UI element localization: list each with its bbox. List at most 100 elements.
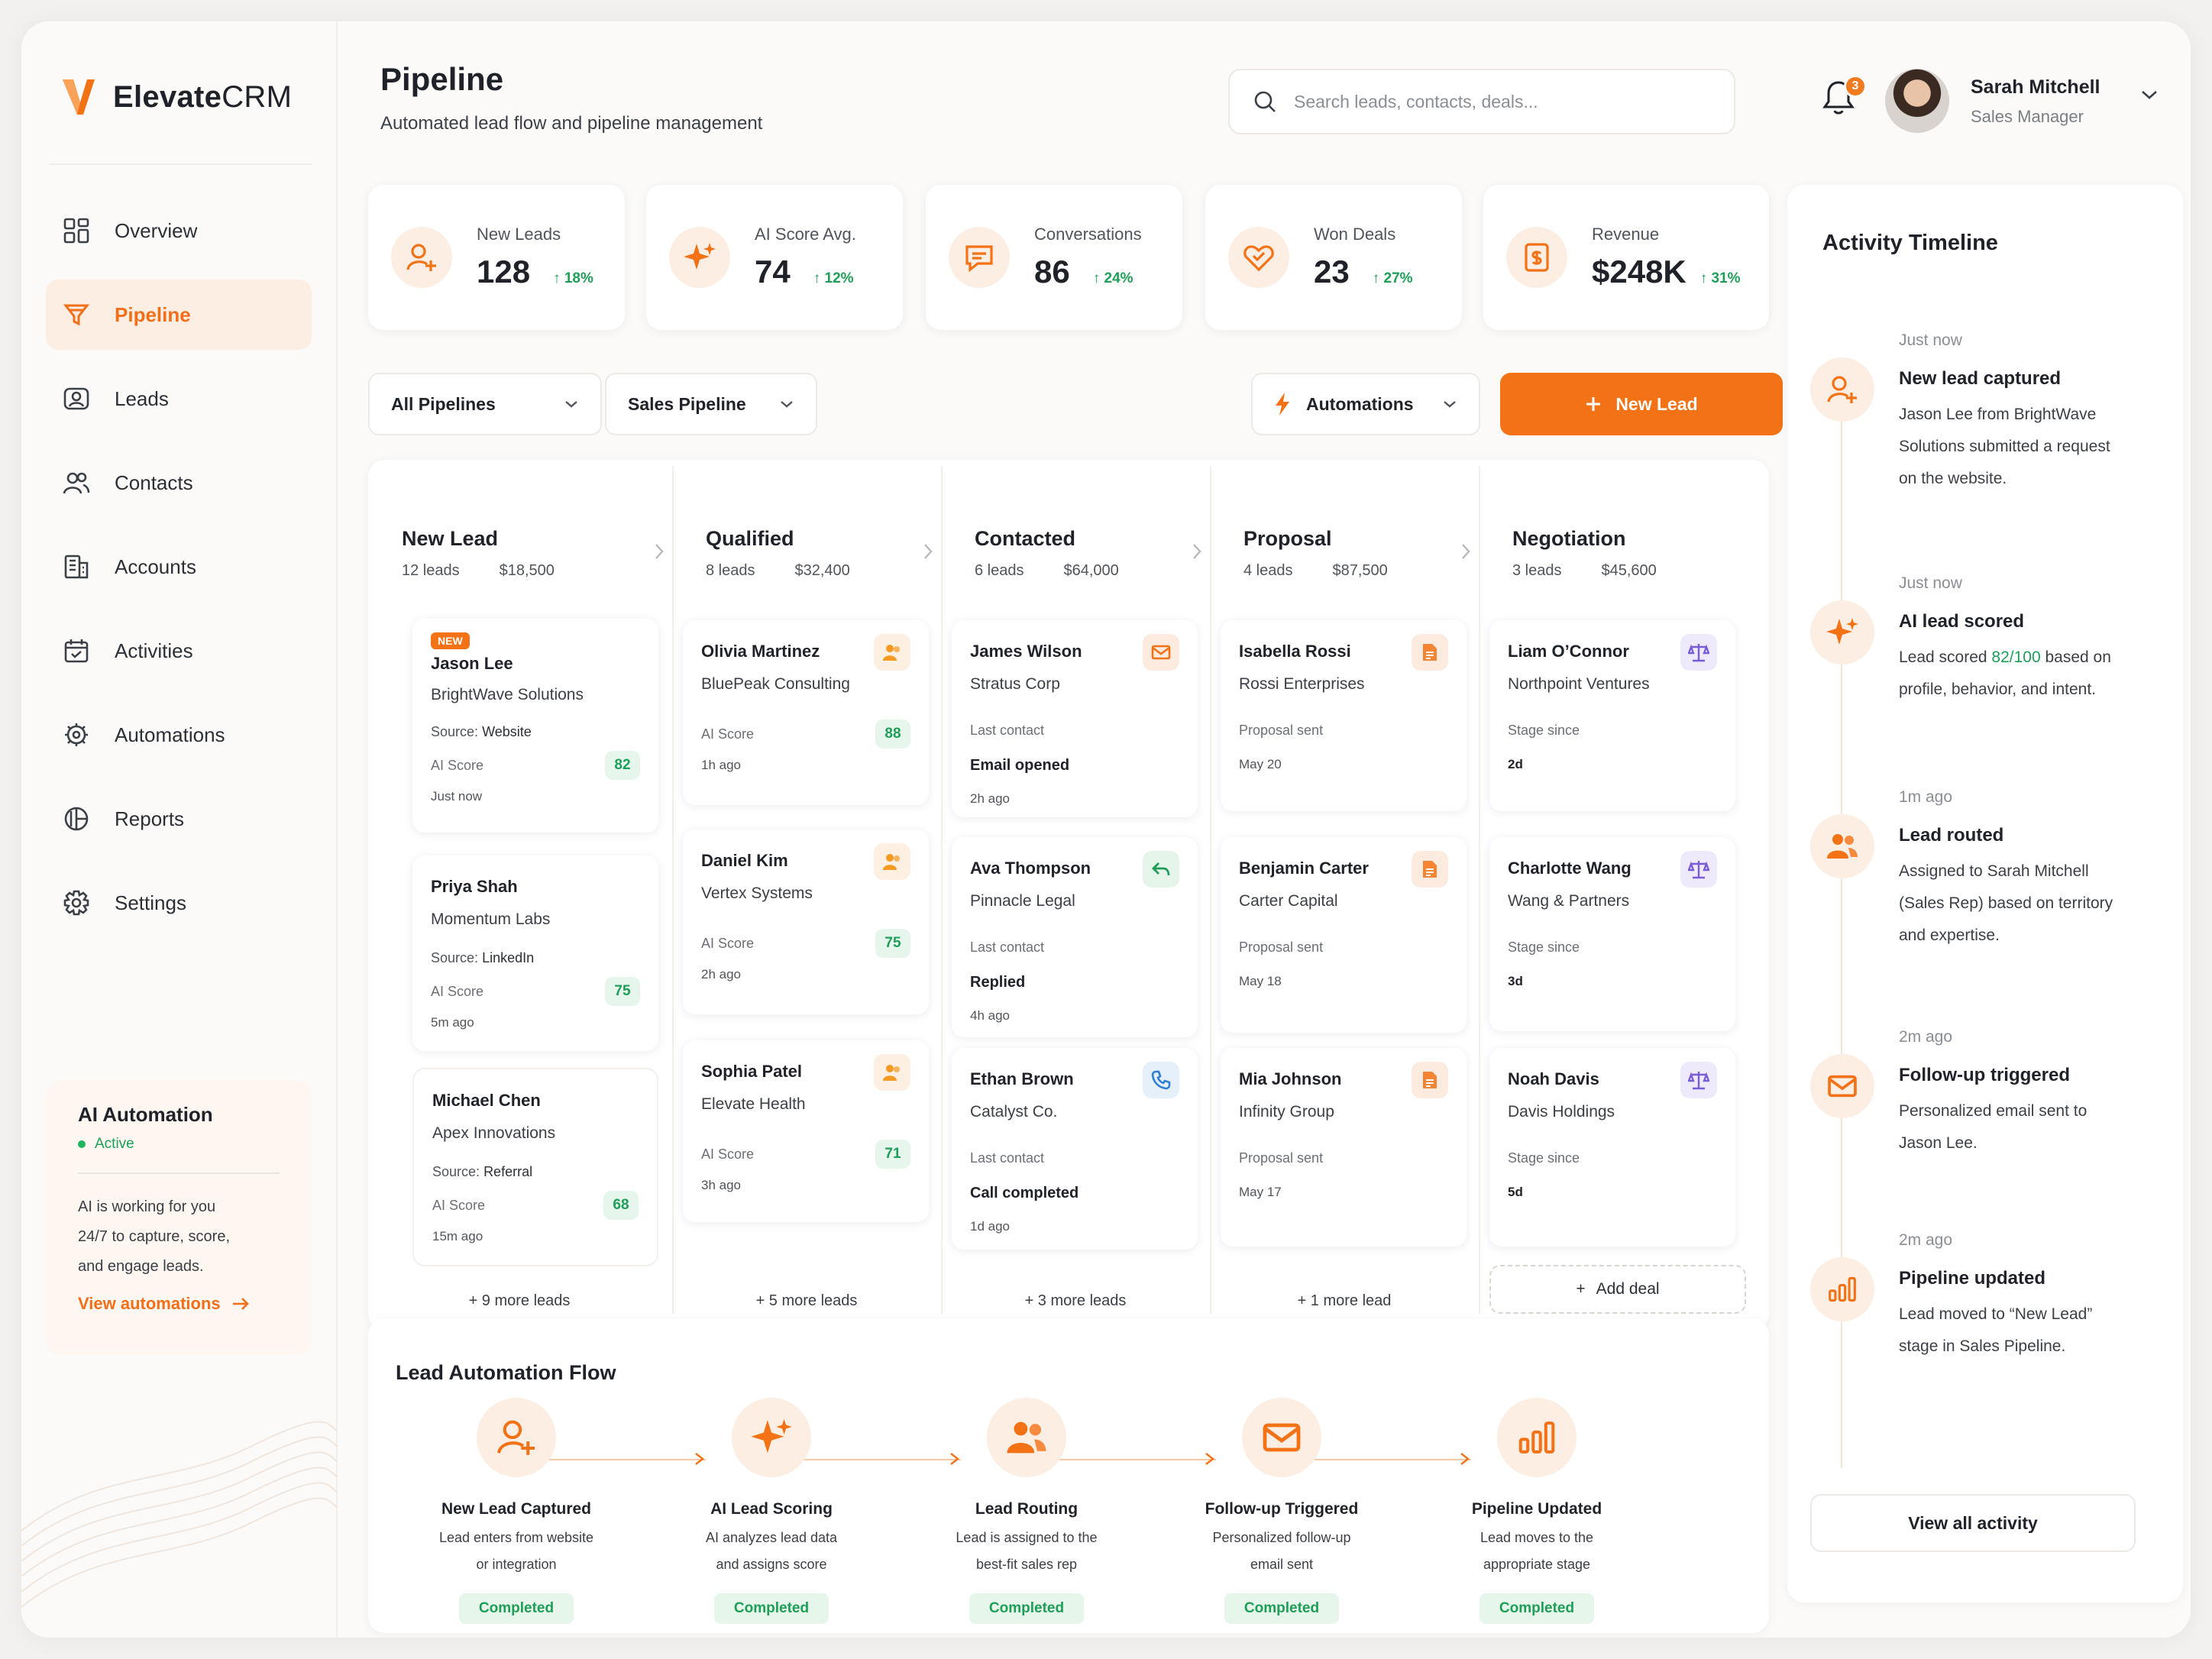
avatar[interactable] bbox=[1885, 69, 1949, 133]
lead-card[interactable]: Michael Chen Apex Innovations Source: Re… bbox=[412, 1068, 658, 1266]
sidebar-item-leads[interactable]: Leads bbox=[46, 364, 312, 434]
notification-count-badge: 3 bbox=[1844, 75, 1867, 98]
people-icon bbox=[874, 1054, 910, 1091]
stat-value: 128 bbox=[477, 254, 531, 289]
lead-card[interactable]: James Wilson Stratus Corp Last contact E… bbox=[952, 620, 1198, 817]
lead-score-row: AI Score 71 bbox=[701, 1140, 910, 1169]
lead-card[interactable]: Liam O’Connor Northpoint Ventures Stage … bbox=[1489, 620, 1735, 811]
timeline-description: Assigned to Sarah Mitchell (Sales Rep) ba… bbox=[1899, 855, 2159, 952]
lead-card[interactable]: Noah Davis Davis Holdings Stage since 5d bbox=[1489, 1048, 1735, 1247]
lead-card[interactable]: Ethan Brown Catalyst Co. Last contact Ca… bbox=[952, 1048, 1198, 1250]
sidebar-item-settings[interactable]: Settings bbox=[46, 868, 312, 938]
stat-label: AI Score Avg. bbox=[755, 225, 856, 244]
column-count: 4 leads bbox=[1243, 562, 1293, 579]
more-leads-link[interactable]: + 5 more leads bbox=[672, 1292, 941, 1310]
view-automations-link[interactable]: View automations bbox=[78, 1294, 280, 1314]
cog-sparkle-icon bbox=[61, 720, 92, 750]
sidebar-item-overview[interactable]: Overview bbox=[46, 196, 312, 266]
stat-label: Won Deals bbox=[1314, 225, 1396, 244]
stat-card-won-deals[interactable]: Won Deals 23 ↑ 27% bbox=[1205, 185, 1462, 330]
lead-source: Source: Website bbox=[431, 724, 640, 740]
flow-step-description: Personalized follow-up email sent bbox=[1167, 1525, 1396, 1578]
lead-card[interactable]: Isabella Rossi Rossi Enterprises Proposa… bbox=[1221, 620, 1467, 811]
lead-card[interactable]: Ava Thompson Pinnacle Legal Last contact… bbox=[952, 837, 1198, 1037]
column-meta: 12 leads $18,500 bbox=[402, 562, 555, 580]
sidebar-item-accounts[interactable]: Accounts bbox=[46, 532, 312, 602]
lead-card[interactable]: NEW Jason Lee BrightWave Solutions Sourc… bbox=[412, 619, 658, 833]
sidebar-item-activities[interactable]: Activities bbox=[46, 616, 312, 686]
search-placeholder: Search leads, contacts, deals... bbox=[1294, 91, 1538, 112]
sidebar-item-label: Settings bbox=[115, 891, 186, 914]
user-name: Sarah Mitchell bbox=[1971, 76, 2100, 98]
more-leads-link[interactable]: + 3 more leads bbox=[941, 1292, 1210, 1310]
stat-card-conversations[interactable]: Conversations 86 ↑ 24% bbox=[926, 185, 1182, 330]
scale-icon bbox=[1680, 634, 1717, 671]
detail-label: Proposal sent bbox=[1239, 939, 1324, 955]
stat-change: ↑ 12% bbox=[813, 270, 854, 286]
lead-time: 15m ago bbox=[432, 1229, 483, 1243]
lead-score-row: AI Score 68 bbox=[432, 1191, 639, 1220]
column-amount: $64,000 bbox=[1063, 562, 1119, 579]
lead-card[interactable]: Benjamin Carter Carter Capital Proposal … bbox=[1221, 837, 1467, 1033]
user-card-icon bbox=[61, 383, 92, 414]
lead-card[interactable]: Mia Johnson Infinity Group Proposal sent… bbox=[1221, 1048, 1467, 1247]
timeline-line: and expertise. bbox=[1899, 927, 2000, 944]
ai-status: Active bbox=[78, 1136, 280, 1153]
score-pill: 88 bbox=[875, 720, 910, 749]
sidebar-item-pipeline[interactable]: Pipeline bbox=[46, 280, 312, 350]
people-icon bbox=[874, 843, 910, 880]
brand-logo[interactable]: ElevateCRM bbox=[61, 76, 292, 118]
score-label: AI Score bbox=[431, 757, 484, 773]
sidebar-item-label: Accounts bbox=[115, 555, 196, 578]
flow-step-title: Pipeline Updated bbox=[1471, 1500, 1602, 1518]
lead-card[interactable]: Charlotte Wang Wang & Partners Stage sin… bbox=[1489, 837, 1735, 1031]
new-lead-button[interactable]: New Lead bbox=[1500, 373, 1783, 435]
sidebar-item-label: Activities bbox=[115, 639, 193, 662]
source-value: Referral bbox=[483, 1164, 533, 1179]
sidebar-item-reports[interactable]: Reports bbox=[46, 784, 312, 854]
stat-card-revenue[interactable]: Revenue $248K ↑ 31% bbox=[1483, 185, 1769, 330]
detail-label: Proposal sent bbox=[1239, 723, 1324, 738]
more-leads-link[interactable]: + 9 more leads bbox=[385, 1292, 654, 1310]
flow-step-line: Personalized follow-up bbox=[1212, 1530, 1351, 1545]
sidebar-item-contacts[interactable]: Contacts bbox=[46, 448, 312, 518]
lead-card[interactable]: Priya Shah Momentum Labs Source: LinkedI… bbox=[412, 855, 658, 1051]
grid-icon bbox=[61, 215, 92, 246]
lead-card[interactable]: Daniel Kim Vertex Systems AI Score 75 2h … bbox=[683, 830, 929, 1014]
lead-card[interactable]: Sophia Patel Elevate Health AI Score 71 3… bbox=[683, 1040, 929, 1222]
stat-card-ai-score[interactable]: AI Score Avg. 74 ↑ 12% bbox=[646, 185, 903, 330]
search-input[interactable]: Search leads, contacts, deals... bbox=[1228, 69, 1735, 134]
invoice-icon bbox=[1506, 227, 1567, 288]
stat-change-value: 18% bbox=[564, 270, 593, 286]
lead-company: Carter Capital bbox=[1239, 892, 1338, 910]
lead-card[interactable]: Olivia Martinez BluePeak Consulting AI S… bbox=[683, 620, 929, 805]
source-label: Source: bbox=[432, 1164, 480, 1179]
more-leads-link[interactable]: + 1 more lead bbox=[1210, 1292, 1479, 1310]
add-deal-button[interactable]: + Add deal bbox=[1489, 1265, 1746, 1314]
ai-text-line: AI is working for you bbox=[78, 1198, 216, 1215]
flow-step[interactable]: New Lead Captured Lead enters from websi… bbox=[402, 1398, 631, 1624]
sidebar-item-automations[interactable]: Automations bbox=[46, 700, 312, 770]
user-menu-chevron-icon[interactable] bbox=[2140, 89, 2159, 101]
lead-company: Vertex Systems bbox=[701, 884, 813, 902]
detail-value: 5d bbox=[1508, 1185, 1523, 1199]
stat-label: New Leads bbox=[477, 225, 561, 244]
column-meta: 4 leads $87,500 bbox=[1243, 562, 1388, 580]
notifications-button[interactable]: 3 bbox=[1821, 75, 1867, 125]
stat-card-new-leads[interactable]: New Leads 128 ↑ 18% bbox=[368, 185, 625, 330]
timeline-line: Solutions submitted a request bbox=[1899, 438, 2110, 455]
detail-label: Stage since bbox=[1508, 1150, 1580, 1166]
flow-step[interactable]: Pipeline Updated Lead moves to the approp… bbox=[1422, 1398, 1651, 1624]
automations-dropdown[interactable]: Automations bbox=[1251, 373, 1480, 435]
pipeline-filter-select[interactable]: All Pipelines bbox=[368, 373, 602, 435]
detail-value: May 18 bbox=[1239, 974, 1282, 988]
bar-chart-icon bbox=[1497, 1398, 1577, 1477]
sparkle-icon bbox=[669, 227, 730, 288]
flow-step[interactable]: Follow-up Triggered Personalized follow-… bbox=[1167, 1398, 1396, 1624]
flow-step[interactable]: Lead Routing Lead is assigned to the best… bbox=[912, 1398, 1141, 1624]
pipeline-select[interactable]: Sales Pipeline bbox=[605, 373, 817, 435]
flow-step[interactable]: AI Lead Scoring AI analyzes lead data and… bbox=[657, 1398, 886, 1624]
view-all-activity-button[interactable]: View all activity bbox=[1810, 1494, 2136, 1552]
flow-step-line: email sent bbox=[1250, 1557, 1314, 1572]
users-icon bbox=[61, 467, 92, 498]
